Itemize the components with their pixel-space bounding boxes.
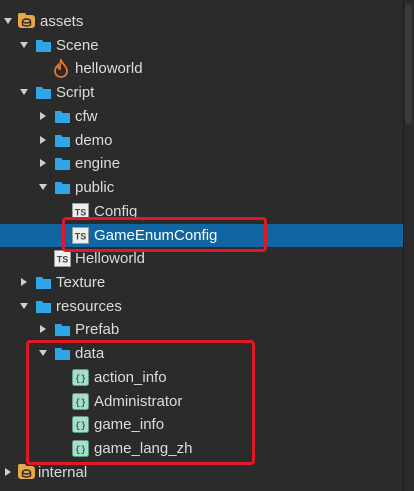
tree-item-administrator[interactable]: {} Administrator bbox=[0, 390, 404, 413]
database-folder-icon bbox=[18, 464, 35, 479]
tree-item-label: helloworld bbox=[75, 60, 143, 77]
tree-item-label: Prefab bbox=[75, 321, 120, 338]
tree-item-action-info[interactable]: {} action_info bbox=[0, 366, 404, 389]
collapsed-arrow-icon[interactable] bbox=[38, 111, 48, 121]
tree-item-game-enum-config[interactable]: TS GameEnumConfig bbox=[0, 224, 404, 247]
tree-item-texture[interactable]: Texture bbox=[0, 271, 404, 294]
tree-item-public[interactable]: public bbox=[0, 176, 404, 199]
scrollbar-thumb[interactable] bbox=[405, 4, 412, 124]
typescript-file-icon: TS bbox=[72, 227, 89, 244]
collapsed-arrow-icon[interactable] bbox=[38, 135, 48, 145]
tree-item-label: action_info bbox=[94, 369, 167, 386]
json-badge-text: {} bbox=[75, 398, 86, 408]
tree-item-helloworld-scene[interactable]: helloworld bbox=[0, 57, 404, 80]
tree-item-label: internal bbox=[38, 464, 88, 481]
folder-icon bbox=[55, 135, 70, 147]
expanded-arrow-icon[interactable] bbox=[38, 182, 48, 192]
expanded-arrow-icon[interactable] bbox=[19, 40, 29, 50]
folder-icon bbox=[55, 348, 70, 360]
tree-item-demo[interactable]: demo bbox=[0, 129, 404, 152]
tree-item-label: assets bbox=[40, 13, 84, 30]
json-badge-text: {} bbox=[75, 374, 86, 384]
fire-scene-icon bbox=[54, 59, 68, 78]
folder-icon bbox=[55, 111, 70, 123]
tree-item-label: engine bbox=[75, 155, 121, 172]
json-badge-text: {} bbox=[75, 445, 86, 455]
tree-item-game-lang-zh[interactable]: {} game_lang_zh bbox=[0, 437, 404, 460]
ts-badge-text: TS bbox=[57, 255, 69, 265]
tree-item-engine[interactable]: engine bbox=[0, 152, 404, 175]
tree-item-assets[interactable]: assets bbox=[0, 10, 404, 33]
tree-item-label: Administrator bbox=[94, 393, 183, 410]
tree-item-label: public bbox=[75, 179, 115, 196]
tree-item-label: game_lang_zh bbox=[94, 440, 193, 457]
tree-item-internal[interactable]: internal bbox=[0, 461, 404, 484]
tree-item-label: Script bbox=[56, 84, 95, 101]
collapsed-arrow-icon[interactable] bbox=[3, 467, 13, 477]
typescript-file-icon: TS bbox=[54, 250, 71, 267]
tree-item-script[interactable]: Script bbox=[0, 81, 404, 104]
vertical-scrollbar[interactable] bbox=[403, 0, 414, 491]
tree-item-config[interactable]: TS Config bbox=[0, 200, 404, 223]
tree-item-prefab[interactable]: Prefab bbox=[0, 318, 404, 341]
tree-item-label: Texture bbox=[56, 274, 106, 291]
database-folder-icon bbox=[18, 13, 35, 28]
tree-item-label: Config bbox=[94, 203, 138, 220]
collapsed-arrow-icon[interactable] bbox=[19, 277, 29, 287]
folder-icon bbox=[36, 277, 51, 289]
tree-item-label: resources bbox=[56, 298, 122, 315]
json-file-icon: {} bbox=[72, 393, 89, 410]
tree-item-label: Helloworld bbox=[75, 250, 146, 267]
json-file-icon: {} bbox=[72, 440, 89, 457]
tree-item-game-info[interactable]: {} game_info bbox=[0, 413, 404, 436]
tree-item-helloworld-script[interactable]: TS Helloworld bbox=[0, 247, 404, 270]
tree-item-label: data bbox=[75, 345, 105, 362]
expanded-arrow-icon[interactable] bbox=[19, 301, 29, 311]
tree-item-resources[interactable]: resources bbox=[0, 295, 404, 318]
tree-item-label: demo bbox=[75, 132, 113, 149]
collapsed-arrow-icon[interactable] bbox=[38, 324, 48, 334]
json-file-icon: {} bbox=[72, 416, 89, 433]
folder-icon bbox=[36, 301, 51, 313]
tree-item-label: GameEnumConfig bbox=[94, 227, 218, 244]
ts-badge-text: TS bbox=[75, 208, 87, 218]
expanded-arrow-icon[interactable] bbox=[38, 348, 48, 358]
typescript-file-icon: TS bbox=[72, 203, 89, 220]
collapsed-arrow-icon[interactable] bbox=[38, 158, 48, 168]
folder-icon bbox=[55, 158, 70, 170]
json-file-icon: {} bbox=[72, 369, 89, 386]
tree-item-cfw[interactable]: cfw bbox=[0, 105, 404, 128]
expanded-arrow-icon[interactable] bbox=[3, 16, 13, 26]
ts-badge-text: TS bbox=[75, 232, 87, 242]
tree-item-label: cfw bbox=[75, 108, 98, 125]
folder-icon bbox=[55, 324, 70, 336]
folder-icon bbox=[55, 182, 70, 194]
tree-item-label: Scene bbox=[56, 37, 99, 54]
json-badge-text: {} bbox=[75, 421, 86, 431]
expanded-arrow-icon[interactable] bbox=[19, 87, 29, 97]
tree-item-label: game_info bbox=[94, 416, 165, 433]
folder-icon bbox=[36, 40, 51, 52]
tree-item-scene[interactable]: Scene bbox=[0, 34, 404, 57]
tree-item-data[interactable]: data bbox=[0, 342, 404, 365]
folder-icon bbox=[36, 87, 51, 99]
